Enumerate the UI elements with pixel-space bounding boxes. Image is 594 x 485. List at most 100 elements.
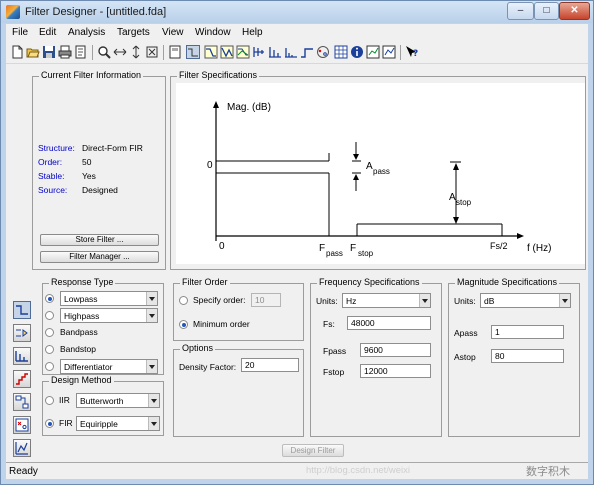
- open-folder-icon[interactable]: [26, 45, 40, 59]
- pole-zero-editor-button[interactable]: [13, 416, 31, 434]
- specify-order-radio[interactable]: [179, 296, 188, 305]
- apass-arrowhead-top: [353, 154, 359, 160]
- specify-order-label[interactable]: Specify order:: [193, 295, 245, 305]
- filter-info-icon[interactable]: [350, 45, 364, 59]
- mag-phase-icon[interactable]: [236, 45, 250, 59]
- astop-input[interactable]: 80: [491, 349, 564, 363]
- create-multirate-button[interactable]: [13, 347, 31, 365]
- iir-method-dropdown[interactable]: Butterworth: [76, 393, 160, 408]
- freq-units-value: Hz: [346, 296, 357, 306]
- menu-file[interactable]: File: [12, 27, 28, 38]
- coefficients-icon[interactable]: [334, 45, 348, 59]
- zoom-y-icon[interactable]: [129, 45, 143, 59]
- fir-method-dropdown[interactable]: Equiripple: [76, 416, 160, 431]
- highpass-radio[interactable]: [45, 311, 54, 320]
- watermark-text: http://blog.csdn.net/weixi: [306, 465, 411, 476]
- design-filter-button[interactable]: Design Filter: [282, 444, 344, 457]
- phase-response-icon[interactable]: [220, 45, 234, 59]
- bandpass-label[interactable]: Bandpass: [60, 327, 98, 337]
- step-response-icon[interactable]: [300, 45, 314, 59]
- fstop-input[interactable]: 12000: [360, 364, 431, 378]
- zoom-x-icon[interactable]: [113, 45, 127, 59]
- fstop-tick-main: F: [350, 243, 356, 254]
- order-label: Order:: [38, 157, 63, 167]
- x-axis-label: f (Hz): [527, 243, 551, 254]
- filter-specs-diagram: Mag. (dB) f (Hz) 0 0 A pass A stop F pas…: [207, 101, 551, 258]
- save-icon[interactable]: [42, 45, 56, 59]
- maximize-button[interactable]: □: [534, 2, 559, 20]
- x-zero-label: 0: [219, 241, 225, 252]
- group-delay-icon[interactable]: [252, 45, 266, 59]
- iir-label[interactable]: IIR: [59, 395, 70, 405]
- filter-specs-title: Filter Specifications: [177, 70, 260, 80]
- astop-label: Astop: [454, 352, 476, 362]
- minimize-button[interactable]: –: [507, 2, 534, 20]
- bandstop-label[interactable]: Bandstop: [60, 344, 96, 354]
- filter-manager-button[interactable]: Filter Manager ...: [40, 251, 159, 263]
- store-filter-button[interactable]: Store Filter ...: [40, 234, 159, 246]
- new-file-icon[interactable]: [10, 45, 24, 59]
- menu-view[interactable]: View: [162, 27, 184, 38]
- fir-label[interactable]: FIR: [59, 418, 73, 428]
- differentiator-dropdown[interactable]: Differentiator: [60, 359, 158, 374]
- close-button[interactable]: ✕: [559, 2, 590, 20]
- highpass-dropdown-value: Highpass: [64, 311, 100, 321]
- impulse-response-icon[interactable]: [284, 45, 298, 59]
- menu-help[interactable]: Help: [242, 27, 263, 38]
- filter-specs-icon[interactable]: [186, 45, 200, 59]
- lowpass-radio[interactable]: [45, 294, 54, 303]
- specify-order-input[interactable]: 10: [251, 293, 281, 307]
- options-title: Options: [180, 343, 216, 353]
- apass-label-main: A: [366, 161, 373, 172]
- pole-zero-editor-icon: [15, 418, 29, 432]
- fs-input[interactable]: 48000: [347, 316, 431, 330]
- chevron-down-icon: [146, 292, 157, 305]
- design-filter-mode-button[interactable]: [13, 301, 31, 319]
- iir-radio[interactable]: [45, 396, 54, 405]
- legend-icon[interactable]: [382, 45, 396, 59]
- transform-filter-icon: [16, 329, 28, 337]
- minimum-order-radio[interactable]: [179, 320, 188, 329]
- minimum-order-label[interactable]: Minimum order: [193, 319, 250, 329]
- menu-targets[interactable]: Targets: [117, 27, 150, 38]
- pole-zero-icon[interactable]: [316, 45, 330, 59]
- fpass-input[interactable]: 9600: [360, 343, 431, 357]
- bandpass-radio[interactable]: [45, 328, 54, 337]
- svg-text:?: ?: [413, 49, 418, 59]
- density-factor-input[interactable]: 20: [241, 358, 299, 372]
- whats-this-help-icon[interactable]: ?: [405, 45, 419, 59]
- transform-filter-button[interactable]: [13, 324, 31, 342]
- grid-view-icon[interactable]: [366, 45, 380, 59]
- print-icon[interactable]: [58, 45, 72, 59]
- menu-edit[interactable]: Edit: [39, 27, 56, 38]
- current-filter-info-title: Current Filter Information: [39, 70, 144, 80]
- menu-analysis[interactable]: Analysis: [68, 27, 105, 38]
- differentiator-radio[interactable]: [45, 362, 54, 371]
- apass-input[interactable]: 1: [491, 325, 564, 339]
- fir-radio[interactable]: [45, 419, 54, 428]
- menu-window[interactable]: Window: [195, 27, 231, 38]
- magnitude-response-icon[interactable]: [204, 45, 218, 59]
- freq-units-dropdown[interactable]: Hz: [342, 293, 431, 308]
- stable-label: Stable:: [38, 171, 65, 181]
- chevron-down-icon: [559, 294, 570, 307]
- phase-delay-icon[interactable]: [268, 45, 282, 59]
- order-value: 50: [82, 157, 92, 167]
- lowpass-dropdown[interactable]: Lowpass: [60, 291, 158, 306]
- status-text: Ready: [9, 466, 38, 477]
- structure-label: Structure:: [38, 143, 75, 153]
- import-filter-button[interactable]: [13, 439, 31, 457]
- highpass-dropdown[interactable]: Highpass: [60, 308, 158, 323]
- full-view-icon[interactable]: [168, 45, 182, 59]
- print-preview-icon[interactable]: [74, 45, 88, 59]
- design-method-panel: Design Method IIR Butterworth FIR Equiri…: [42, 375, 164, 436]
- mag-units-dropdown[interactable]: dB: [480, 293, 571, 308]
- astop-arrowhead-bottom: [453, 217, 459, 224]
- zoom-in-icon[interactable]: [97, 45, 111, 59]
- set-quantization-button[interactable]: [13, 370, 31, 388]
- fs-label: Fs:: [323, 319, 335, 329]
- realize-model-button[interactable]: [13, 393, 31, 411]
- zoom-out-icon[interactable]: [145, 45, 159, 59]
- bandstop-radio[interactable]: [45, 345, 54, 354]
- chevron-down-icon: [148, 417, 159, 430]
